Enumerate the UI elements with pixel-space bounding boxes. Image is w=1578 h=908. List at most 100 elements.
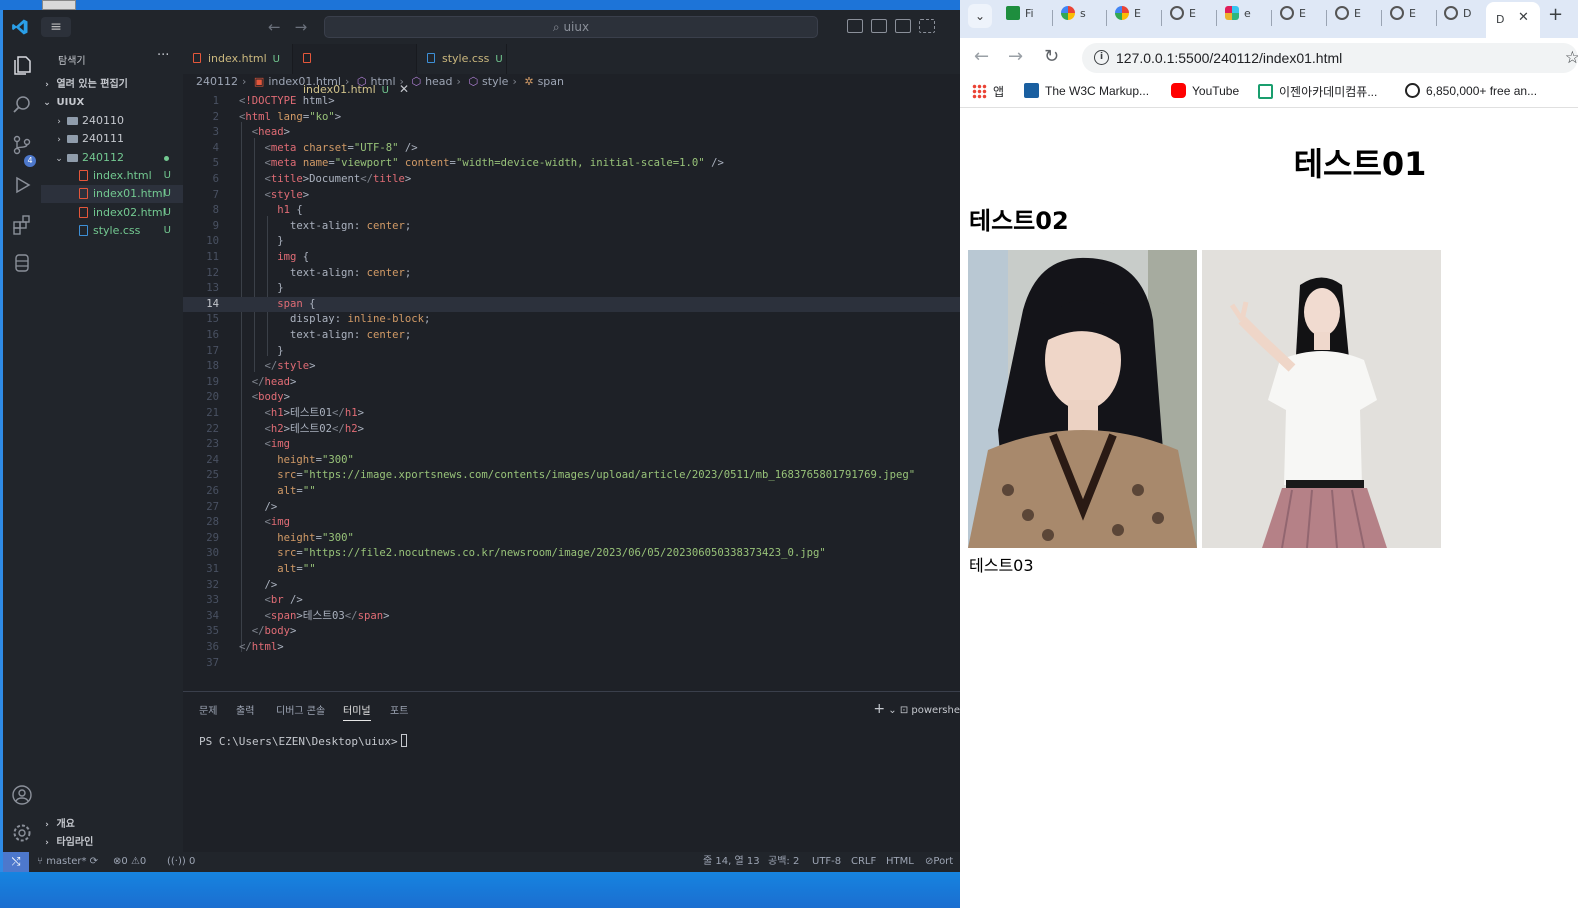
bookmark-ezen[interactable]: 이젠아카데미컴퓨... bbox=[1258, 83, 1377, 100]
browser-tab[interactable]: e bbox=[1225, 6, 1251, 32]
code-line[interactable]: 30 src="https://file2.nocutnews.co.kr/ne… bbox=[183, 546, 960, 562]
browser-tab[interactable]: E bbox=[1335, 6, 1361, 32]
code-line[interactable]: 12 text-align: center; bbox=[183, 266, 960, 282]
code-line[interactable]: 25 src="https://image.xportsnews.com/con… bbox=[183, 468, 960, 484]
code-line[interactable]: 35 </body> bbox=[183, 624, 960, 640]
reload-icon[interactable]: ↻ bbox=[1044, 46, 1059, 67]
code-line[interactable]: 36 </html> bbox=[183, 640, 960, 656]
command-center-search[interactable]: ⌕ uiux bbox=[324, 16, 818, 38]
browser-tab[interactable]: D bbox=[1444, 6, 1471, 32]
history-nav-icons[interactable]: ←→ bbox=[268, 18, 321, 36]
code-line[interactable]: 26 alt="" bbox=[183, 484, 960, 500]
code-line[interactable]: 28 <img bbox=[183, 515, 960, 531]
code-line[interactable]: 21 <h1>테스트01</h1> bbox=[183, 406, 960, 422]
tree-item-folder-open[interactable]: ⌄ 240112 bbox=[41, 149, 183, 167]
tree-item-folder[interactable]: › 240111 bbox=[41, 130, 183, 148]
explorer-icon[interactable] bbox=[11, 54, 33, 76]
breadcrumb-item[interactable]: span bbox=[538, 75, 564, 88]
tab-search-icon[interactable]: ⌄ bbox=[968, 4, 992, 28]
git-branch[interactable]: ⑂ master* ⟳ bbox=[37, 852, 98, 872]
bookmark-apps[interactable]: 앱 bbox=[972, 83, 1004, 100]
code-line[interactable]: 13 } bbox=[183, 281, 960, 297]
bookmark-star-icon[interactable]: ☆ bbox=[1565, 48, 1578, 68]
problems-indicator[interactable]: ⊗0 ⚠0 bbox=[113, 852, 146, 872]
forward-icon[interactable]: → bbox=[1008, 46, 1023, 67]
panel-tab-debug-console[interactable]: 디버그 콘솔 bbox=[276, 702, 325, 717]
panel-tab-terminal[interactable]: 터미널 bbox=[343, 702, 371, 721]
close-tab-icon[interactable]: ✕ bbox=[1518, 10, 1529, 25]
site-info-icon[interactable]: i bbox=[1094, 50, 1109, 65]
tree-item-file[interactable]: index.html U bbox=[41, 167, 183, 185]
open-editors-section[interactable]: › 열려 있는 편집기 bbox=[41, 76, 183, 94]
bookmark-youtube[interactable]: YouTube bbox=[1171, 83, 1239, 98]
code-line[interactable]: 10 } bbox=[183, 234, 960, 250]
code-line[interactable]: 15 display: inline-block; bbox=[183, 312, 960, 328]
code-line[interactable]: 16 text-align: center; bbox=[183, 328, 960, 344]
code-line[interactable]: 29 height="300" bbox=[183, 531, 960, 547]
outline-section[interactable]: › 개요 bbox=[41, 816, 183, 834]
terminal-output[interactable]: PS C:\Users\EZEN\Desktop\uiux> bbox=[199, 734, 407, 748]
browser-tab[interactable]: E bbox=[1390, 6, 1416, 32]
code-line[interactable]: 23 <img bbox=[183, 437, 960, 453]
ports-indicator[interactable]: ((·)) 0 bbox=[167, 852, 195, 872]
toggle-panel-icon[interactable] bbox=[871, 19, 887, 33]
code-line[interactable]: 32 /> bbox=[183, 578, 960, 594]
terminal-shell-label[interactable]: powershe bbox=[911, 705, 960, 716]
cursor-position[interactable]: 줄 14, 열 13 bbox=[703, 852, 760, 872]
tab-style-css[interactable]: style.css U bbox=[417, 44, 507, 74]
code-line[interactable]: 9 text-align: center; bbox=[183, 219, 960, 235]
code-line[interactable]: 8 h1 { bbox=[183, 203, 960, 219]
breadcrumb-item[interactable]: 240112 bbox=[196, 75, 238, 88]
code-line[interactable]: 6 <title>Document</title> bbox=[183, 172, 960, 188]
breadcrumb-item[interactable]: html bbox=[370, 75, 395, 88]
indentation[interactable]: 공백: 2 bbox=[768, 852, 799, 872]
run-debug-icon[interactable] bbox=[11, 174, 33, 196]
accounts-icon[interactable] bbox=[11, 784, 33, 806]
line-ending[interactable]: CRLF bbox=[851, 852, 876, 872]
code-line[interactable]: 1 <!DOCTYPE html> bbox=[183, 94, 960, 110]
encoding[interactable]: UTF-8 bbox=[812, 852, 841, 872]
timeline-section[interactable]: › 타임라인 bbox=[41, 834, 183, 852]
code-line[interactable]: 27 /> bbox=[183, 500, 960, 516]
code-line[interactable]: 18 </style> bbox=[183, 359, 960, 375]
breadcrumb-item[interactable]: head bbox=[425, 75, 452, 88]
back-icon[interactable]: ← bbox=[974, 46, 989, 67]
breadcrumb-item[interactable]: index01.html bbox=[268, 75, 341, 88]
search-icon[interactable] bbox=[11, 94, 33, 116]
code-line[interactable]: 37 bbox=[183, 656, 960, 672]
code-line[interactable]: 31 alt="" bbox=[183, 562, 960, 578]
browser-tab[interactable]: E bbox=[1115, 6, 1141, 32]
address-bar[interactable]: i 127.0.0.1:5500/240112/index01.html ☆ bbox=[1082, 43, 1578, 73]
breadcrumb-item[interactable]: style bbox=[482, 75, 508, 88]
panel-tab-output[interactable]: 출력 bbox=[236, 702, 254, 717]
browser-tab-active[interactable]: D ✕ bbox=[1486, 2, 1540, 38]
tree-item-folder[interactable]: › 240110 bbox=[41, 112, 183, 130]
workspace-root[interactable]: ⌄ UIUX bbox=[41, 94, 183, 112]
tree-item-file-selected[interactable]: index01.html U bbox=[41, 185, 183, 203]
browser-tab[interactable]: E bbox=[1280, 6, 1306, 32]
extensions-icon[interactable] bbox=[11, 214, 33, 236]
code-line[interactable]: 2 <html lang="ko"> bbox=[183, 110, 960, 126]
more-actions-icon[interactable]: ··· bbox=[157, 48, 169, 63]
code-line[interactable]: 11 img { bbox=[183, 250, 960, 266]
browser-tab[interactable]: Fi bbox=[1006, 6, 1034, 32]
code-line[interactable]: 33 <br /> bbox=[183, 593, 960, 609]
new-tab-icon[interactable]: + bbox=[1548, 4, 1563, 25]
code-line[interactable]: 19 </head> bbox=[183, 375, 960, 391]
panel-tab-problems[interactable]: 문제 bbox=[199, 702, 217, 717]
bookmark-w3c[interactable]: The W3C Markup... bbox=[1024, 83, 1149, 98]
code-line[interactable]: 34 <span>테스트03</span> bbox=[183, 609, 960, 625]
menu-icon[interactable]: ≡ bbox=[41, 17, 71, 37]
code-line[interactable]: 5 <meta name="viewport" content="width=d… bbox=[183, 156, 960, 172]
browser-tab[interactable]: s bbox=[1061, 6, 1086, 32]
code-line[interactable]: 22 <h2>테스트02</h2> bbox=[183, 422, 960, 438]
tree-item-file[interactable]: index02.html U bbox=[41, 204, 183, 222]
toggle-secondary-sidebar-icon[interactable] bbox=[895, 19, 911, 33]
remote-indicator-icon[interactable]: ⤭ bbox=[3, 852, 29, 872]
live-server-port[interactable]: ⊘Port bbox=[925, 852, 953, 872]
code-line[interactable]: 7 <style> bbox=[183, 188, 960, 204]
language-mode[interactable]: HTML bbox=[886, 852, 914, 872]
chevron-down-icon[interactable]: ⌄ bbox=[888, 705, 896, 716]
tab-index01-html[interactable]: index01.html U ✕ bbox=[293, 44, 417, 96]
tree-item-file[interactable]: style.css U bbox=[41, 222, 183, 240]
